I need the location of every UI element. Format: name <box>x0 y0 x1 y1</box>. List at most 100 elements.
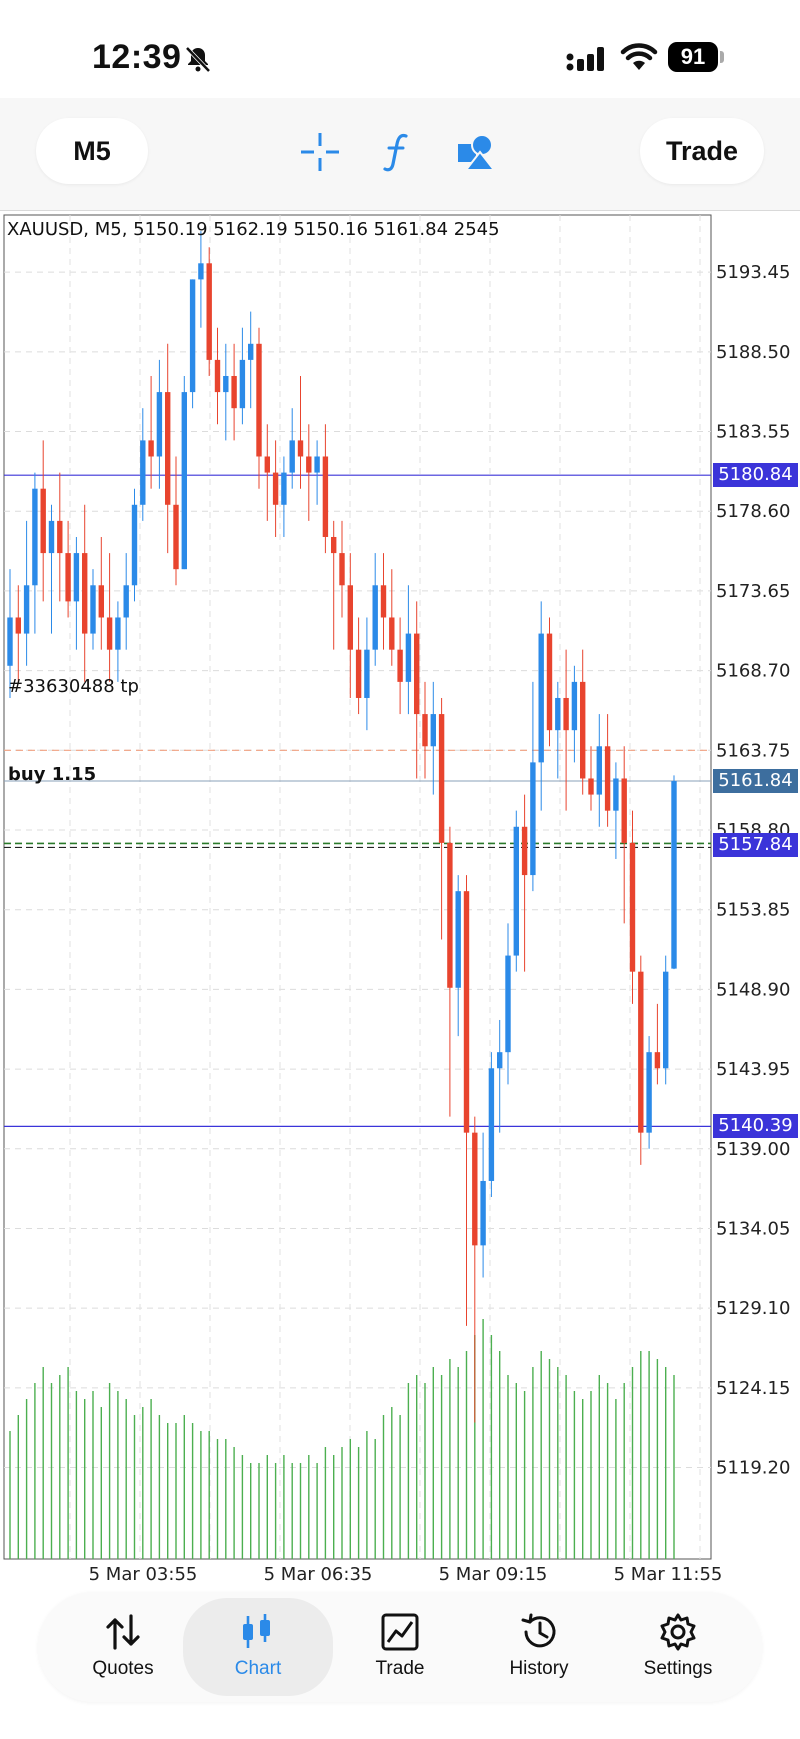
candle-bull <box>23 585 30 634</box>
nav-chart[interactable]: Chart <box>183 1598 333 1696</box>
candle-bull <box>596 746 602 795</box>
candle-bull <box>198 263 204 280</box>
candle-bull <box>571 681 578 731</box>
settings-icon <box>660 1613 696 1651</box>
candle-bear <box>256 343 262 457</box>
candle-bear <box>165 392 171 505</box>
nav-trade-label: Trade <box>375 1658 425 1679</box>
price-chart[interactable]: 5193.45 5188.50 5183.55 5178.60 5173.65 5168.… <box>0 211 800 1591</box>
candle-bear <box>106 617 113 650</box>
candle-bull <box>140 440 146 505</box>
candle-bull <box>48 520 55 554</box>
nav-trade[interactable]: Trade <box>325 1592 475 1702</box>
nav-quotes[interactable]: Quotes <box>48 1592 198 1702</box>
candle-bull <box>32 488 38 586</box>
candle-bull <box>646 1052 652 1133</box>
candle-bear <box>654 1052 661 1069</box>
y-tick-label: 5124.15 <box>716 1378 790 1399</box>
candle-bull <box>505 955 511 1053</box>
candle-bull <box>555 697 561 731</box>
candle-bull <box>538 633 544 763</box>
candle-bull <box>613 778 619 811</box>
y-tick-label: 5153.85 <box>716 900 790 921</box>
indicators-icon[interactable] <box>376 130 420 174</box>
candle-bear <box>40 488 46 554</box>
y-tick-label: 5163.75 <box>716 740 790 761</box>
wifi-icon <box>620 43 658 70</box>
y-tick-label: 5119.20 <box>716 1458 790 1479</box>
candle-bull <box>480 1180 486 1246</box>
status-bar: 12:39 91 <box>0 0 800 110</box>
candle-bear <box>629 842 636 972</box>
candle-bull <box>248 343 254 360</box>
candle-bull <box>7 617 13 666</box>
candle-bear <box>422 714 428 747</box>
candle-bull <box>90 585 96 634</box>
candle-bull <box>223 375 229 393</box>
timeframe-button[interactable]: M5 <box>36 118 148 184</box>
candle-bear <box>355 649 362 698</box>
candle-bear <box>447 842 453 988</box>
candle-bear <box>297 440 304 457</box>
trade-button[interactable]: Trade <box>640 118 764 184</box>
candle-bear <box>331 536 337 554</box>
trade-icon <box>381 1613 419 1651</box>
bell-muted-icon <box>185 46 211 73</box>
x-tick-label: 5 Mar 06:35 <box>264 1564 373 1585</box>
x-tick-label: 5 Mar 09:15 <box>439 1564 548 1585</box>
candle-bear <box>57 520 63 554</box>
candle-bear <box>148 440 154 457</box>
y-tick-label: 5148.90 <box>716 979 790 1000</box>
candle-bear <box>231 375 237 409</box>
take-profit-label: #33630488 tp <box>8 676 139 697</box>
candle-bull <box>189 279 196 393</box>
candle-bear <box>546 633 553 731</box>
current-price-tag: 5161.84 <box>713 769 798 794</box>
nav-history-label: History <box>509 1658 569 1679</box>
candle-bear <box>621 778 627 843</box>
candle-bear <box>82 553 88 634</box>
candle-bull <box>73 553 80 602</box>
battery-nub <box>720 51 724 63</box>
candle-bear <box>339 553 345 586</box>
candle-bull <box>239 359 246 409</box>
quotes-icon <box>106 1614 140 1650</box>
nav-history[interactable]: History <box>464 1592 614 1702</box>
buy-order-label: buy 1.15 <box>8 764 97 785</box>
candle-bull <box>530 762 536 876</box>
status-time: 12:39 <box>92 38 182 76</box>
candle-bull <box>455 891 461 988</box>
candle-bear <box>322 456 329 537</box>
candle-bull <box>123 585 129 618</box>
ohlc-header: XAUUSD, M5, 5150.19 5162.19 5150.16 5161… <box>7 219 500 240</box>
candle-bear <box>414 633 420 715</box>
lower-line-price-tag: 5140.39 <box>713 1114 798 1139</box>
battery-indicator: 91 <box>668 42 718 72</box>
y-tick-label: 5168.70 <box>716 661 790 682</box>
plot-frame <box>3 214 712 1560</box>
candle-bull <box>131 504 138 586</box>
y-tick-label: 5129.10 <box>716 1298 790 1319</box>
bottom-nav: Quotes Chart Trade History Settings <box>38 1592 762 1702</box>
candle-bear <box>588 778 594 795</box>
candle-bull <box>314 456 320 473</box>
x-tick-label: 5 Mar 03:55 <box>89 1564 198 1585</box>
candle-bull <box>663 971 669 1069</box>
candle-bear <box>65 553 71 602</box>
chart-area[interactable]: 5193.45 5188.50 5183.55 5178.60 5173.65 5168.… <box>0 211 800 1591</box>
y-tick-label: 5183.55 <box>716 422 790 443</box>
candle-bear <box>604 746 611 811</box>
crosshair-icon[interactable] <box>298 130 342 174</box>
candle-bear <box>206 263 212 360</box>
nav-settings[interactable]: Settings <box>603 1592 753 1702</box>
objects-icon[interactable] <box>454 130 498 174</box>
nav-settings-label: Settings <box>643 1658 713 1679</box>
candle-bear <box>272 472 279 505</box>
candle-bull <box>405 633 412 682</box>
candle-bear <box>214 359 221 393</box>
signal-icon <box>566 47 604 71</box>
candle-bear <box>389 617 395 650</box>
upper-line-price-tag: 5180.84 <box>713 463 798 488</box>
buy-price-tag: 5157.84 <box>713 833 798 858</box>
candle-bull <box>364 649 370 698</box>
